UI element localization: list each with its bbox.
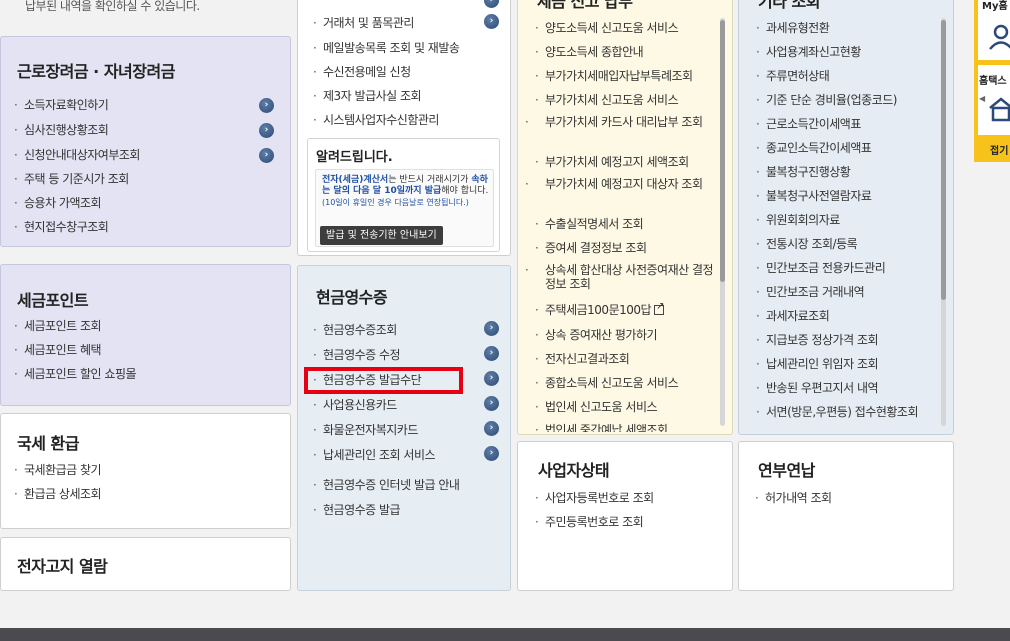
highlight-box <box>304 367 463 394</box>
filing-item-1[interactable]: · 양도소득세 신고도움 서비스 <box>535 19 679 36</box>
refund-item-2[interactable]: · 환급금 상세조회 <box>14 485 102 502</box>
cash-item-8[interactable]: · 현금영수증 발급 <box>313 501 401 518</box>
tax-filing-title: 세금 신고 납부 <box>537 0 633 11</box>
refund-item-1[interactable]: · 국세환급금 찾기 <box>14 461 102 478</box>
filing-item-7[interactable]: · 부가가치세 예정고지 대상자 조회 <box>525 177 717 191</box>
labor-item-2[interactable]: · 심사진행상황조회 <box>14 121 109 138</box>
etc-item-1[interactable]: · 과세유형전환 <box>756 19 830 36</box>
cash-receipt-title: 현금영수증 <box>316 288 388 307</box>
etc-scrollbar-thumb[interactable] <box>941 20 946 300</box>
filing-scrollbar-thumb[interactable] <box>720 20 725 282</box>
cash-item-4[interactable]: · 사업용신용카드 <box>313 396 397 413</box>
notice-box: 알려드립니다. 전자(세금)계산서는 반드시 거래시기가 속하는 달의 다음 달… <box>307 138 500 252</box>
my-home-label[interactable]: My홈 <box>982 0 1008 12</box>
taxpoint-item-3[interactable]: · 세금포인트 할인 쇼핑몰 <box>14 365 137 382</box>
chevron-right-icon[interactable]: › <box>484 396 499 411</box>
einvoice-item-3[interactable]: · 수신전용메일 신청 <box>313 63 411 80</box>
tax-refund-title: 국세 환급 <box>17 434 79 453</box>
labor-item-1[interactable]: · 소득자료확인하기 <box>14 96 109 113</box>
installment-title: 연부연납 <box>758 461 815 480</box>
user-icon <box>989 24 1010 50</box>
chevron-right-icon[interactable]: › <box>259 98 274 113</box>
footer-bar <box>0 628 1010 641</box>
einvoice-item-2[interactable]: · 메일발송목록 조회 및 재발송 <box>313 39 460 56</box>
filing-item-6[interactable]: · 부가가치세 예정고지 세액조회 <box>535 153 689 170</box>
biz-item-1[interactable]: · 사업자등록번호로 조회 <box>535 489 654 506</box>
etc-query-title: 기타 조회 <box>758 0 820 11</box>
top-partial-text: 납부된 내역을 확인하실 수 있습니다. <box>25 0 200 13</box>
tax-point-title: 세금포인트 <box>17 291 89 310</box>
etc-item-9[interactable]: · 위원회회의자료 <box>756 211 840 228</box>
chevron-right-icon[interactable]: › <box>484 14 499 29</box>
chevron-right-icon[interactable]: › <box>484 321 499 336</box>
notice-title: 알려드립니다. <box>316 150 393 165</box>
installment-item-1[interactable]: · 허가내역 조회 <box>755 489 832 506</box>
etc-item-13[interactable]: · 과세자료조회 <box>756 307 830 324</box>
labor-item-4[interactable]: · 주택 등 기준시가 조회 <box>14 170 129 187</box>
ebill-title[interactable]: 전자고지 열람 <box>17 553 108 577</box>
etc-query-list[interactable]: · 과세유형전환 · 사업용계좌신고현황 · 주류면허상태 · 기준 단순 경비율(업종… <box>738 14 942 432</box>
etc-item-7[interactable]: · 불복청구진행상황 <box>756 163 851 180</box>
filing-item-5[interactable]: · 부가가치세 카드사 대리납부 조회 <box>525 115 717 129</box>
chevron-right-icon[interactable]: › <box>259 123 274 138</box>
cash-item-2[interactable]: · 현금영수증 수정 <box>313 346 401 363</box>
filing-item-15[interactable]: · 법인세 신고도움 서비스 <box>535 398 658 415</box>
labor-item-3[interactable]: · 신청안내대상자여부조회 <box>14 146 140 163</box>
labor-incentive-title: 근로장려금 · 자녀장려금 <box>17 62 175 81</box>
etc-item-5[interactable]: · 근로소득간이세액표 <box>756 115 861 132</box>
filing-item-16[interactable]: · 법인세 중간예납 세액조회 <box>535 421 668 432</box>
filing-item-11[interactable]: · 주택세금100문100답 <box>535 301 665 318</box>
filing-item-13[interactable]: · 전자신고결과조회 <box>535 350 630 367</box>
etc-item-15[interactable]: · 납세관리인 위임자 조회 <box>756 355 879 372</box>
chevron-right-icon[interactable]: › <box>484 421 499 436</box>
etc-item-10[interactable]: · 전통시장 조회/등록 <box>756 235 858 252</box>
chevron-left-icon[interactable]: ◀ <box>979 94 985 103</box>
einvoice-item-4[interactable]: · 제3자 발급사실 조회 <box>313 87 422 104</box>
taxpoint-item-1[interactable]: · 세금포인트 조회 <box>14 317 102 334</box>
filing-item-8[interactable]: · 수출실적명세서 조회 <box>535 215 644 232</box>
collapse-button[interactable]: 접기 <box>990 142 1008 157</box>
filing-item-14[interactable]: · 종합소득세 신고도움 서비스 <box>535 374 679 391</box>
chevron-right-icon[interactable]: › <box>484 371 499 386</box>
cash-item-7[interactable]: · 현금영수증 인터넷 발급 안내 <box>313 476 460 493</box>
taxpoint-item-2[interactable]: · 세금포인트 혜택 <box>14 341 102 358</box>
page: 납부된 내역을 확인하실 수 있습니다. 근로장려금 · 자녀장려금 · 소득자료… <box>0 0 1010 641</box>
filing-item-4[interactable]: · 부가가치세 신고도움 서비스 <box>535 91 679 108</box>
filing-item-10[interactable]: · 상속세 합산대상 사전증여재산 결정정보 조회 <box>525 263 717 291</box>
filing-item-3[interactable]: · 부가가치세매입자납부특례조회 <box>535 67 693 84</box>
tax-point-panel <box>0 264 291 406</box>
etc-item-4[interactable]: · 기준 단순 경비율(업종코드) <box>756 91 897 108</box>
chevron-right-icon[interactable]: › <box>484 446 499 461</box>
cash-item-5[interactable]: · 화물운전자복지카드 <box>313 421 418 438</box>
hometax-label[interactable]: 홈택스 <box>979 72 1007 87</box>
home-icon <box>989 97 1010 122</box>
deadline-guide-button[interactable]: 발급 및 전송기한 안내보기 <box>320 226 443 245</box>
chevron-right-icon[interactable]: › <box>259 148 274 163</box>
notice-text: 전자(세금)계산서는 반드시 거래시기가 속하는 달의 다음 달 10일까지 발… <box>322 175 489 207</box>
etc-item-6[interactable]: · 종교인소득간이세액표 <box>756 139 872 156</box>
cash-item-6[interactable]: · 납세관리인 조회 서비스 <box>313 446 436 463</box>
filing-item-9[interactable]: · 증여세 결정정보 조회 <box>535 239 647 256</box>
etc-item-12[interactable]: · 민간보조금 거래내역 <box>756 283 865 300</box>
etc-item-16[interactable]: · 반송된 우편고지서 내역 <box>756 379 879 396</box>
filing-item-2[interactable]: · 양도소득세 종합안내 <box>535 43 644 60</box>
chevron-right-icon[interactable]: › <box>484 346 499 361</box>
einvoice-item-5[interactable]: · 시스템사업자수신함관리 <box>313 111 439 128</box>
labor-item-5[interactable]: · 승용차 가액조회 <box>14 194 102 211</box>
filing-item-12[interactable]: · 상속 증여재산 평가하기 <box>535 326 658 343</box>
etc-item-8[interactable]: · 불복청구사전열람자료 <box>756 187 872 204</box>
biz-status-title: 사업자상태 <box>538 461 610 480</box>
tax-filing-list[interactable]: · 양도소득세 신고도움 서비스 · 양도소득세 종합안내 · 부가가치세매입자납부특… <box>517 14 717 432</box>
etc-item-11[interactable]: · 민간보조금 전용카드관리 <box>756 259 886 276</box>
etc-item-17[interactable]: · 서면(방문,우편등) 접수현황조회 <box>756 403 919 420</box>
einvoice-item-1[interactable]: · 거래처 및 품목관리 <box>313 14 414 31</box>
cash-item-1[interactable]: · 현금영수증조회 <box>313 321 397 338</box>
labor-item-6[interactable]: · 현지접수창구조회 <box>14 218 109 235</box>
etc-item-2[interactable]: · 사업용계좌신고현황 <box>756 43 861 60</box>
etc-item-14[interactable]: · 지급보증 정상가격 조회 <box>756 331 879 348</box>
etc-item-3[interactable]: · 주류면허상태 <box>756 67 830 84</box>
biz-item-2[interactable]: · 주민등록번호로 조회 <box>535 513 644 530</box>
external-link-icon <box>654 301 665 315</box>
